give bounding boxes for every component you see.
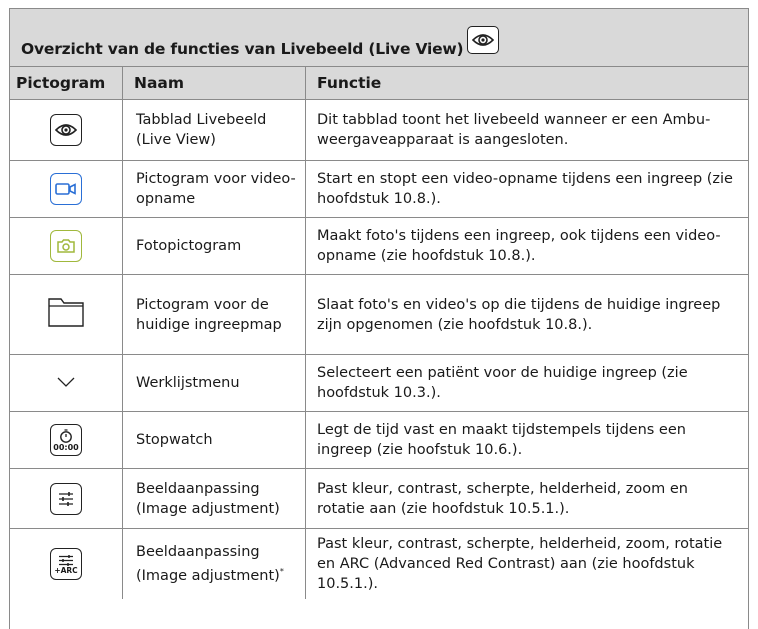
row-name: Tabblad Livebeeld (Live View): [123, 100, 306, 160]
table-header: Pictogram Naam Functie: [10, 67, 748, 100]
row-function: Start en stopt een video-opname tijdens …: [317, 171, 733, 207]
row-name: Beeldaanpassing (Image adjustment)*: [123, 529, 306, 599]
table-row: 00:00 Stopwatch Legt de tijd vast en maa…: [10, 412, 748, 469]
eye-icon: [467, 26, 500, 54]
arc-label: +ARC: [54, 565, 78, 575]
row-function: Selecteert een patiënt voor de huidige i…: [317, 365, 688, 401]
row-name: Fotopictogram: [123, 218, 306, 274]
table-title-bar: Overzicht van de functies van Livebeeld …: [10, 9, 748, 67]
footnote-mark: *: [279, 567, 284, 577]
row-function: Past kleur, contrast, scherpte, helderhe…: [317, 536, 723, 592]
chevron-down-icon: [57, 373, 75, 393]
header-icon: Pictogram: [10, 67, 123, 99]
header-function: Functie: [317, 74, 382, 92]
row-name: Werklijstmenu: [123, 355, 306, 411]
table-title: Overzicht van de functies van Livebeeld …: [21, 40, 464, 58]
row-name-text: Beeldaanpassing (Image adjustment): [136, 544, 280, 584]
row-function: Past kleur, contrast, scherpte, helderhe…: [317, 480, 688, 517]
sliders-arc-icon: +ARC: [50, 548, 82, 580]
stopwatch-icon: 00:00: [50, 424, 82, 456]
stopwatch-label: 00:00: [53, 442, 79, 452]
row-name: Pictogram voor video-opname: [123, 161, 306, 217]
row-function: Slaat foto's en video's op die tijdens d…: [317, 296, 721, 333]
sliders-icon: [50, 482, 82, 515]
row-name: Beeldaanpassing (Image adjustment): [123, 469, 306, 528]
header-name: Naam: [123, 67, 306, 99]
table-row: Werklijstmenu Selecteert een patiënt voo…: [10, 355, 748, 412]
photo-camera-icon: [50, 230, 82, 262]
table-row: Pictogram voor video-opname Start en sto…: [10, 161, 748, 218]
row-name: Pictogram voor de huidige ingreepmap: [123, 275, 306, 354]
row-name: Stopwatch: [123, 412, 306, 468]
table-row: Pictogram voor de huidige ingreepmap Sla…: [10, 275, 748, 355]
video-camera-icon: [50, 173, 82, 205]
table-row: Fotopictogram Maakt foto's tijdens een i…: [10, 218, 748, 275]
row-function: Maakt foto's tijdens een ingreep, ook ti…: [317, 228, 721, 264]
functions-table: Overzicht van de functies van Livebeeld …: [9, 8, 749, 629]
folder-icon: [47, 296, 85, 334]
table-row: +ARC Beeldaanpassing (Image adjustment)*…: [10, 529, 748, 599]
row-function: Dit tabblad toont het livebeeld wanneer …: [317, 112, 711, 148]
eye-icon: [50, 114, 82, 146]
table-row: Beeldaanpassing (Image adjustment) Past …: [10, 469, 748, 529]
row-function: Legt de tijd vast en maakt tijdstempels …: [317, 422, 686, 458]
table-row: Tabblad Livebeeld (Live View) Dit tabbla…: [10, 100, 748, 161]
